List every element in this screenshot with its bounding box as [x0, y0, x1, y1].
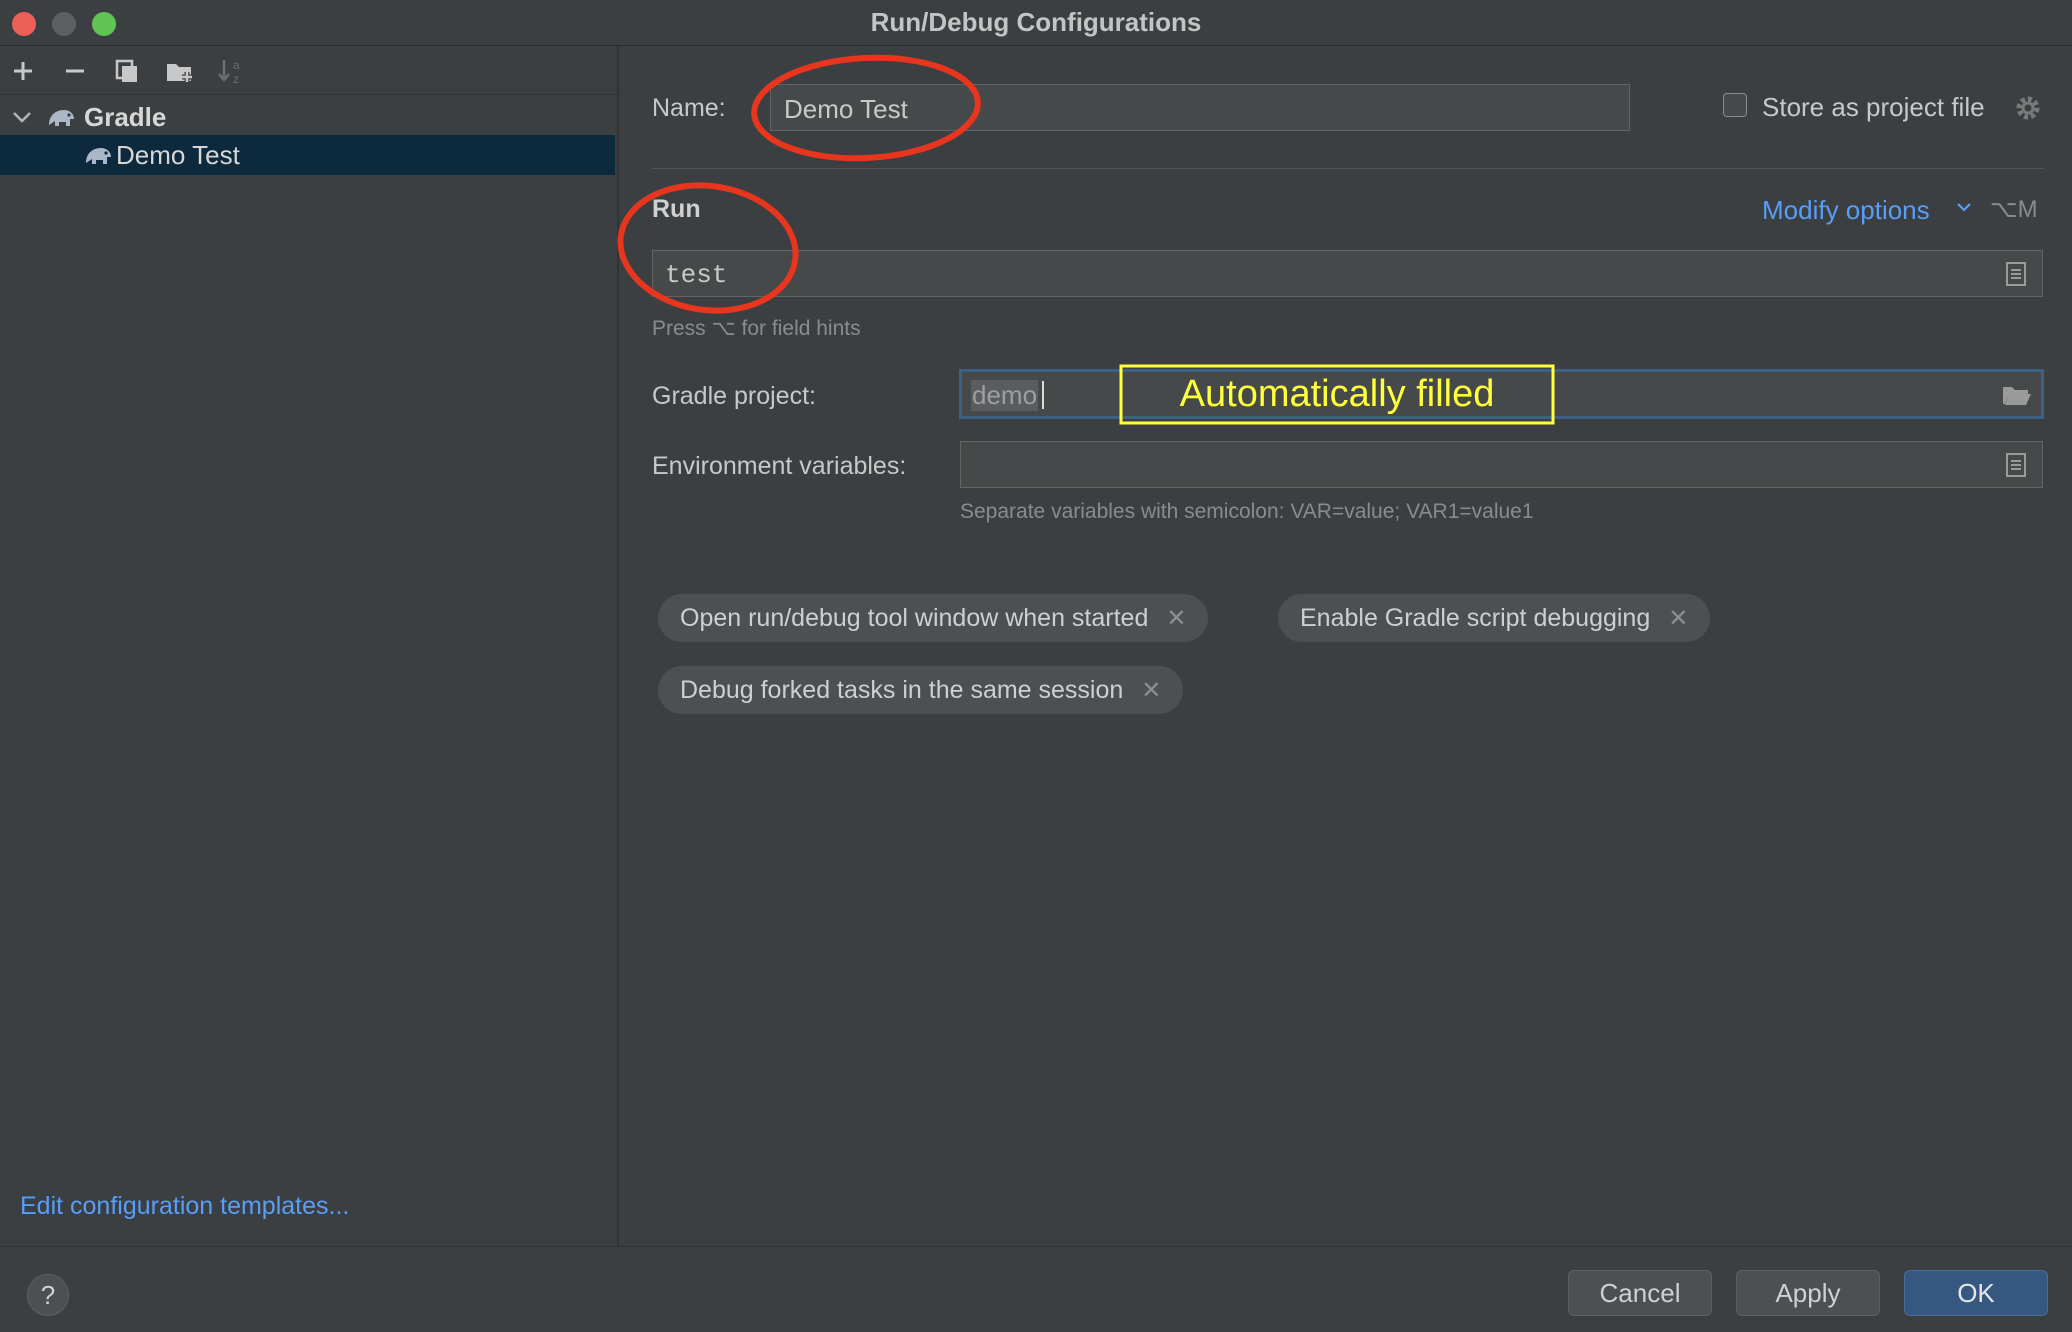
configurations-sidebar	[0, 46, 619, 1246]
gear-icon[interactable]	[2015, 95, 2041, 121]
chip-label: Debug forked tasks in the same session	[680, 675, 1124, 704]
expand-text-icon[interactable]	[2005, 452, 2027, 478]
cancel-button[interactable]: Cancel	[1568, 1270, 1712, 1316]
gradle-project-value: demo	[971, 380, 1039, 411]
text-caret	[1042, 381, 1044, 409]
tree-label-gradle: Gradle	[84, 102, 167, 132]
remove-chip-icon[interactable]: ✕	[1668, 604, 1688, 633]
window-title: Run/Debug Configurations	[870, 7, 1202, 37]
tree-node-gradle[interactable]: Gradle	[0, 100, 617, 134]
apply-button[interactable]: Apply	[1736, 1270, 1880, 1316]
plus-icon[interactable]	[6, 54, 40, 88]
name-field[interactable]: Demo Test	[770, 84, 1630, 131]
copy-icon[interactable]	[110, 54, 144, 88]
folder-open-icon[interactable]	[2002, 384, 2032, 406]
annotation-circle-run	[617, 182, 799, 314]
help-button[interactable]: ?	[27, 1274, 69, 1316]
environment-variables-field[interactable]	[960, 441, 2043, 488]
svg-text:z: z	[233, 72, 239, 85]
ok-button[interactable]: OK	[1904, 1270, 2048, 1316]
svg-text:a: a	[233, 58, 240, 72]
name-label: Name:	[652, 94, 726, 122]
modify-options-link[interactable]: Modify options	[1762, 195, 1930, 226]
option-chip-open-tool-window[interactable]: Open run/debug tool window when started …	[658, 594, 1209, 642]
edit-configuration-templates-link[interactable]: Edit configuration templates...	[20, 1192, 349, 1221]
tree-item-demo-test[interactable]: Demo Test	[0, 135, 615, 175]
run-tasks-field[interactable]: test	[652, 250, 2043, 297]
bottom-divider	[0, 1246, 2072, 1247]
expand-text-icon[interactable]	[2005, 261, 2027, 287]
tree-label-demo-test: Demo Test	[116, 140, 240, 170]
sort-az-icon[interactable]: az	[215, 54, 249, 88]
run-section-heading: Run	[652, 195, 701, 223]
gradle-config-icon	[86, 148, 111, 164]
modify-options-shortcut: ⌥M	[1990, 196, 2038, 223]
gradle-project-label: Gradle project:	[652, 382, 816, 410]
run-tasks-value: test	[665, 260, 728, 290]
store-as-project-file-label: Store as project file	[1762, 92, 1985, 122]
remove-chip-icon[interactable]: ✕	[1166, 604, 1186, 633]
gradle-elephant-icon	[49, 110, 74, 126]
field-hints-text: Press ⌥ for field hints	[652, 317, 861, 340]
name-field-value: Demo Test	[784, 94, 908, 124]
chevron-down-icon[interactable]	[1956, 201, 1972, 215]
new-folder-icon[interactable]	[163, 54, 197, 88]
environment-variables-hint: Separate variables with semicolon: VAR=v…	[960, 500, 1534, 523]
run-debug-configurations-dialog: Run/Debug Configurations az Gradle Demo …	[0, 0, 2072, 1332]
store-as-project-file-checkbox[interactable]	[1723, 93, 1747, 117]
chip-label: Enable Gradle script debugging	[1300, 603, 1651, 632]
option-chip-gradle-script-debugging[interactable]: Enable Gradle script debugging ✕	[1278, 594, 1711, 642]
remove-chip-icon[interactable]: ✕	[1141, 676, 1161, 705]
configurations-toolbar	[0, 46, 617, 95]
chevron-down-icon[interactable]	[12, 110, 32, 124]
section-divider	[652, 168, 2044, 169]
chip-label: Open run/debug tool window when started	[680, 603, 1149, 632]
title-bar: Run/Debug Configurations	[0, 0, 2072, 46]
annotation-text: Automatically filled	[1179, 373, 1495, 415]
environment-variables-label: Environment variables:	[652, 452, 907, 480]
option-chip-debug-forked-tasks[interactable]: Debug forked tasks in the same session ✕	[658, 666, 1184, 714]
minus-icon[interactable]	[58, 54, 92, 88]
